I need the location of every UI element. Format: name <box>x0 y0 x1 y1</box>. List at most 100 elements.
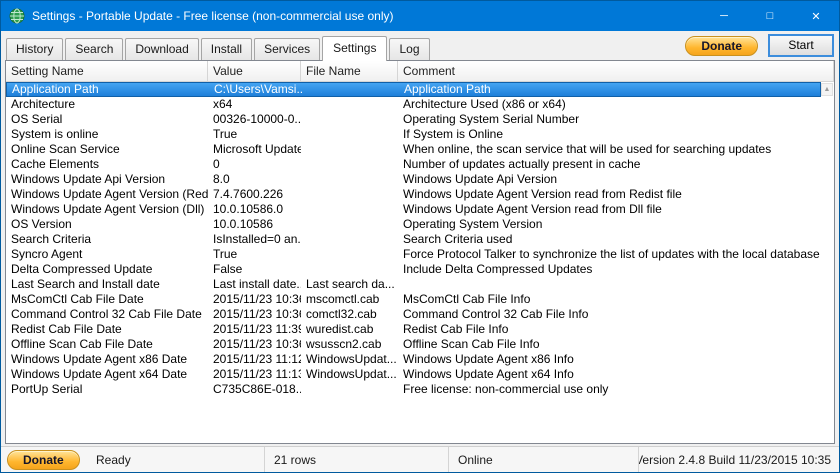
table-row[interactable]: Redist Cab File Date 2015/11/23 11:39 wure… <box>6 322 821 337</box>
column-header-file-name[interactable]: File Name <box>301 61 398 81</box>
table-cell: 7.4.7600.226 <box>213 187 284 201</box>
maximize-button[interactable]: □ <box>747 1 793 31</box>
table-cell <box>301 127 398 142</box>
table-cell: False <box>213 262 243 276</box>
table-cell: Offline Scan Cab File Date <box>11 337 153 351</box>
column-header-setting-name[interactable]: Setting Name <box>6 61 208 81</box>
table-row[interactable]: Windows Update Agent Version (Dll) 10.0.1… <box>6 202 821 217</box>
table-row[interactable]: OS Version 10.0.10586 Operating System Ver… <box>6 217 821 232</box>
tab-history[interactable]: History <box>6 38 64 60</box>
connection-status-text: Online <box>458 452 493 467</box>
table-cell: Redist Cab File Date <box>11 322 122 336</box>
table-row[interactable]: Last Search and Install date Last install… <box>6 277 821 292</box>
table-cell <box>301 382 398 397</box>
statusbar-online-panel: Online <box>449 447 639 472</box>
table-cell: 2015/11/23 10:36 <box>213 337 301 351</box>
window-controls: ─ □ ✕ <box>701 1 839 31</box>
table-cell: x64 <box>213 97 233 111</box>
table-row[interactable]: System is online True If System is Online <box>6 127 821 142</box>
table-cell: Windows Update Api Version <box>403 172 558 186</box>
version-text: Version 2.4.8 Build 11/23/2015 10:35 <box>639 452 831 467</box>
table-row[interactable]: Offline Scan Cab File Date 2015/11/23 10:… <box>6 337 821 352</box>
start-button[interactable]: Start <box>768 34 834 57</box>
tab-strip: History Search Download Install Services Sett… <box>6 36 432 61</box>
table-row[interactable]: Delta Compressed Update False Include Delt… <box>6 262 821 277</box>
table-cell <box>301 262 398 277</box>
tab-actions: Donate Start <box>685 34 834 60</box>
status-text: Ready <box>96 452 131 467</box>
minimize-button[interactable]: ─ <box>701 1 747 31</box>
settings-list: Setting Name Value File Name Comment Applic… <box>5 60 835 444</box>
table-cell: True <box>213 247 238 261</box>
statusbar-donate-panel: Donate <box>1 447 87 472</box>
table-cell: Windows Update Agent Version read from R… <box>403 187 682 201</box>
app-window: Settings - Portable Update - Free licens… <box>0 0 840 473</box>
table-cell: comctl32.cab <box>306 307 377 321</box>
table-row[interactable]: Syncro Agent True Force Protocol Talker to… <box>6 247 821 262</box>
table-row[interactable]: Windows Update Agent Version (Redist) 7.4… <box>6 187 821 202</box>
tab-services[interactable]: Services <box>254 38 321 60</box>
table-row[interactable]: OS Serial 00326-10000-0... Operating Syste… <box>6 112 821 127</box>
statusbar-version-panel: Version 2.4.8 Build 11/23/2015 10:35 <box>639 447 839 472</box>
table-body: Application Path C:\Users\Vamsi... Applica… <box>6 82 834 443</box>
status-bar: Donate Ready 21 rows Online Version 2.4.… <box>1 446 839 472</box>
statusbar-status-panel: Ready <box>87 447 265 472</box>
table-cell <box>301 157 398 172</box>
table-cell: 2015/11/23 10:36 <box>213 307 301 321</box>
table-row[interactable]: MsComCtl Cab File Date 2015/11/23 10:36 ms… <box>6 292 821 307</box>
tab-search[interactable]: Search <box>65 38 124 60</box>
tab-download[interactable]: Download <box>125 38 199 60</box>
table-cell: When online, the scan service that will … <box>403 142 772 156</box>
table-row[interactable]: Online Scan Service Microsoft Update When … <box>6 142 821 157</box>
table-row[interactable]: Architecture x64 Architecture Used (x86 or… <box>6 97 821 112</box>
table-cell <box>301 172 398 187</box>
table-cell <box>302 83 399 96</box>
table-cell: OS Version <box>11 217 72 231</box>
table-cell: wsusscn2.cab <box>306 337 382 351</box>
table-cell: Architecture <box>11 97 76 111</box>
row-count-text: 21 rows <box>274 452 317 467</box>
table-cell: MsComCtl Cab File Date <box>11 292 144 306</box>
table-cell: True <box>213 127 238 141</box>
table-cell: 10.0.10586.0 <box>213 202 284 216</box>
table-row[interactable]: PortUp Serial C735C86E-018... Free license… <box>6 382 821 397</box>
table-cell: wuredist.cab <box>306 322 374 336</box>
table-cell: Last Search and Install date <box>11 277 160 291</box>
table-row[interactable]: Windows Update Agent x86 Date 2015/11/23 … <box>6 352 821 367</box>
table-cell: 8.0 <box>213 172 230 186</box>
table-cell: Free license: non-commercial use only <box>403 382 609 396</box>
table-cell: WindowsUpdat... <box>306 367 397 381</box>
donate-button[interactable]: Donate <box>685 35 758 56</box>
table-cell: Delta Compressed Update <box>11 262 153 276</box>
tab-settings[interactable]: Settings <box>322 36 388 61</box>
table-row[interactable]: Command Control 32 Cab File Date 2015/11/… <box>6 307 821 322</box>
table-row[interactable]: Search Criteria IsInstalled=0 an... Search… <box>6 232 821 247</box>
table-cell: Microsoft Update <box>213 142 301 156</box>
table-row[interactable]: Windows Update Api Version 8.0 Windows Upd… <box>6 172 821 187</box>
table-cell: Redist Cab File Info <box>403 322 509 336</box>
table-row[interactable]: Cache Elements 0 Number of updates actuall… <box>6 157 821 172</box>
table-cell <box>301 97 398 112</box>
statusbar-donate-button[interactable]: Donate <box>7 449 80 470</box>
table-cell: 00326-10000-0... <box>213 112 301 126</box>
table-cell: Online Scan Service <box>11 142 120 156</box>
table-cell: Operating System Version <box>403 217 543 231</box>
table-cell <box>301 217 398 232</box>
table-cell <box>301 112 398 127</box>
table-cell: Windows Update Api Version <box>11 172 166 186</box>
table-cell: System is online <box>11 127 99 141</box>
tab-install[interactable]: Install <box>200 38 253 60</box>
table-row[interactable]: Windows Update Agent x64 Date 2015/11/23 … <box>6 367 821 382</box>
window-title: Settings - Portable Update - Free licens… <box>32 9 394 23</box>
table-cell: Windows Update Agent Version read from D… <box>403 202 662 216</box>
column-header-comment[interactable]: Comment <box>398 61 834 81</box>
column-header-value[interactable]: Value <box>208 61 301 81</box>
close-button[interactable]: ✕ <box>793 1 839 31</box>
table-cell: Windows Update Agent x86 Info <box>403 352 574 366</box>
table-row[interactable]: Application Path C:\Users\Vamsi... Applica… <box>6 82 821 97</box>
table-cell: Number of updates actually present in ca… <box>403 157 641 171</box>
table-cell: Search Criteria <box>11 232 92 246</box>
table-cell: Syncro Agent <box>11 247 83 261</box>
scrollbar-up-button[interactable]: ▲ <box>821 83 833 96</box>
tab-log[interactable]: Log <box>389 38 430 60</box>
